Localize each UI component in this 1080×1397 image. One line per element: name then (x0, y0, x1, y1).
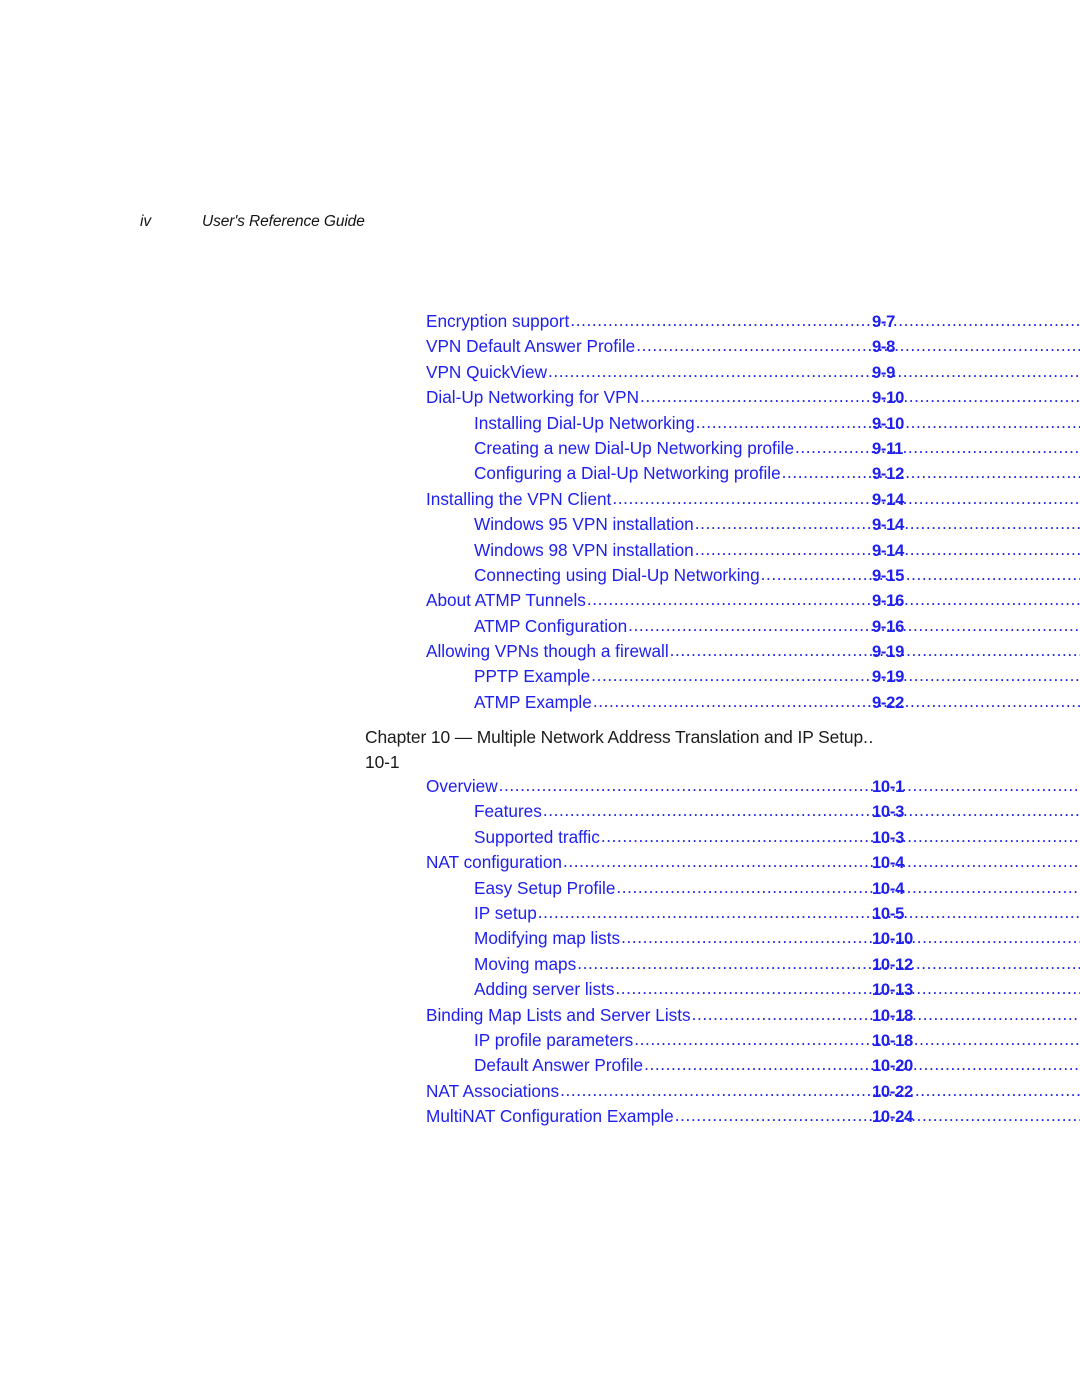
toc-entry-leader: ........................................… (691, 1003, 1080, 1024)
toc-entry-leader: ........................................… (616, 876, 1080, 897)
toc-entry[interactable]: NAT configuration.......................… (0, 850, 1080, 875)
toc-entry[interactable]: Installing the VPN Client...............… (0, 487, 1080, 512)
toc-entry-label: Adding server lists (474, 979, 615, 1000)
toc-entry-label: Encryption support (426, 311, 570, 331)
toc-entry-label: MultiNAT Configuration Example (426, 1106, 674, 1127)
toc-entry[interactable]: VPN Default Answer Profile..............… (0, 334, 1080, 359)
toc-entry-label: Windows 95 VPN installation (474, 514, 694, 535)
toc-entry[interactable]: MultiNAT Configuration Example..........… (0, 1104, 1080, 1129)
toc-entry-leader: ........................................… (548, 360, 1080, 381)
toc-entry[interactable]: Moving maps.............................… (0, 952, 1080, 977)
toc-entry-label: Allowing VPNs though a firewall (426, 641, 669, 662)
toc-entry-label: Supported traffic (474, 826, 600, 847)
toc-entry-label: Modifying map lists (474, 928, 621, 949)
toc-entry[interactable]: Encryption support......................… (0, 309, 1080, 334)
toc-entry-label: PPTP Example (474, 666, 591, 687)
toc-entry-leader: ........................................… (542, 800, 1080, 821)
toc-entry-leader: ........................................… (615, 978, 1080, 999)
toc-entry[interactable]: Installing Dial-Up Networking...........… (0, 411, 1080, 436)
toc-entry[interactable]: VPN QuickView...........................… (0, 360, 1080, 385)
toc-entry[interactable]: NAT Associations........................… (0, 1079, 1080, 1104)
toc-entry[interactable]: IP profile parameters...................… (0, 1028, 1080, 1053)
running-head-title: User's Reference Guide (202, 213, 365, 230)
toc-entry[interactable]: Easy Setup Profile......................… (0, 876, 1080, 901)
page-folio: iv (140, 213, 151, 230)
toc-entry[interactable]: Configuring a Dial-Up Networking profile… (0, 461, 1080, 486)
running-head: iv User's Reference Guide (140, 213, 365, 231)
toc-entry[interactable]: IP setup................................… (0, 901, 1080, 926)
toc-entry-leader: ........................................… (577, 952, 1080, 973)
toc-entry-label: Default Answer Profile (474, 1055, 644, 1076)
toc-entry-label: Creating a new Dial-Up Networking profil… (474, 437, 795, 458)
toc-entry-leader: ........................................… (612, 487, 1080, 508)
toc-list-chapter-10: Overview................................… (0, 774, 1080, 1129)
toc-entry-leader: ........................................… (537, 901, 1080, 922)
toc-entry-leader: ........................................… (669, 640, 1080, 661)
toc-entry-leader: ........................................… (498, 775, 1080, 795)
toc-entry-label: ATMP Configuration (474, 615, 628, 636)
toc-chapter-heading-label: Chapter 10 — Multiple Network Address Tr… (365, 727, 864, 747)
toc-entry[interactable]: Overview................................… (0, 774, 1080, 799)
toc-entry[interactable]: About ATMP Tunnels......................… (0, 588, 1080, 613)
toc-entry-leader: ........................................… (600, 825, 1080, 846)
toc-entry[interactable]: PPTP Example............................… (0, 664, 1080, 689)
toc-entry-label: Features (474, 801, 542, 822)
toc-entry-leader: ........................................… (694, 538, 1080, 559)
toc-entry-leader: ........................................… (636, 335, 1080, 356)
toc-entry-leader: ........................................… (781, 462, 1080, 483)
toc-entry-label: Installing Dial-Up Networking (474, 412, 695, 433)
toc-entry-label: NAT Associations (426, 1080, 560, 1101)
toc-chapter-heading[interactable]: Chapter 10 — Multiple Network Address Tr… (365, 725, 925, 776)
toc-entry[interactable]: Adding server lists.....................… (0, 977, 1080, 1002)
toc-entry-leader: ........................................… (674, 1105, 1080, 1126)
toc-entry-label: Easy Setup Profile (474, 877, 616, 898)
toc-entry-label: Connecting using Dial-Up Networking (474, 564, 760, 585)
toc-entry-label: Installing the VPN Client (426, 488, 612, 509)
toc-entry-label: VPN QuickView (426, 361, 547, 382)
toc-entry-leader: ........................................… (562, 851, 1080, 872)
toc-entry-leader: ........................................… (634, 1028, 1080, 1049)
toc-chapter-heading-leader: .. (863, 727, 874, 747)
toc-entry-leader: ........................................… (591, 665, 1080, 686)
toc-entry-leader: ........................................… (592, 690, 1080, 711)
toc-entry[interactable]: Features................................… (0, 799, 1080, 824)
toc-entry[interactable]: Connecting using Dial-Up Networking.....… (0, 563, 1080, 588)
toc-entry-label: Overview (426, 776, 498, 796)
toc-entry-label: VPN Default Answer Profile (426, 336, 636, 357)
toc-entry-leader: ........................................… (621, 927, 1080, 948)
toc-entry-leader: ........................................… (560, 1079, 1080, 1100)
toc-entry-label: Binding Map Lists and Server Lists (426, 1004, 691, 1025)
toc-entry-leader: ........................................… (795, 436, 1080, 457)
toc-entry-leader: ........................................… (760, 563, 1080, 584)
toc-entry-label: Dial-Up Networking for VPN (426, 387, 639, 408)
toc-entry-label: ATMP Example (474, 691, 592, 712)
toc-entry[interactable]: Dial-Up Networking for VPN..............… (0, 385, 1080, 410)
toc-entry[interactable]: Windows 98 VPN installation.............… (0, 538, 1080, 563)
toc-list-chapter-9: Encryption support......................… (0, 309, 1080, 715)
toc-entry[interactable]: Modifying map lists.....................… (0, 926, 1080, 951)
toc-entry-label: IP setup (474, 902, 537, 923)
toc-entry[interactable]: Creating a new Dial-Up Networking profil… (0, 436, 1080, 461)
toc-entry-leader: ........................................… (644, 1054, 1080, 1075)
toc-entry[interactable]: Default Answer Profile..................… (0, 1053, 1080, 1078)
toc-entry-leader: ........................................… (628, 614, 1080, 635)
toc-entry-label: NAT configuration (426, 852, 562, 873)
toc-entry-leader: ........................................… (586, 589, 1080, 610)
toc-entry[interactable]: ATMP Configuration......................… (0, 614, 1080, 639)
toc-entry-leader: ........................................… (570, 310, 1080, 330)
toc-entry-label: About ATMP Tunnels (426, 590, 586, 611)
toc-entry[interactable]: Windows 95 VPN installation.............… (0, 512, 1080, 537)
toc-entry[interactable]: Supported traffic.......................… (0, 825, 1080, 850)
toc-entry-label: IP profile parameters (474, 1029, 634, 1050)
toc-entry[interactable]: Binding Map Lists and Server Lists......… (0, 1003, 1080, 1028)
toc-chapter-heading-page: 10-1 (365, 752, 400, 773)
toc-entry-leader: ........................................… (694, 513, 1080, 534)
toc-entry-label: Moving maps (474, 953, 577, 974)
toc-entry[interactable]: Allowing VPNs though a firewall.........… (0, 639, 1080, 664)
toc-entry-label: Configuring a Dial-Up Networking profile (474, 463, 781, 484)
toc-entry-leader: ........................................… (695, 411, 1080, 432)
toc-entry[interactable]: ATMP Example............................… (0, 690, 1080, 715)
toc-entry-label: Windows 98 VPN installation (474, 539, 694, 560)
toc-entry-leader: ........................................… (640, 386, 1080, 407)
